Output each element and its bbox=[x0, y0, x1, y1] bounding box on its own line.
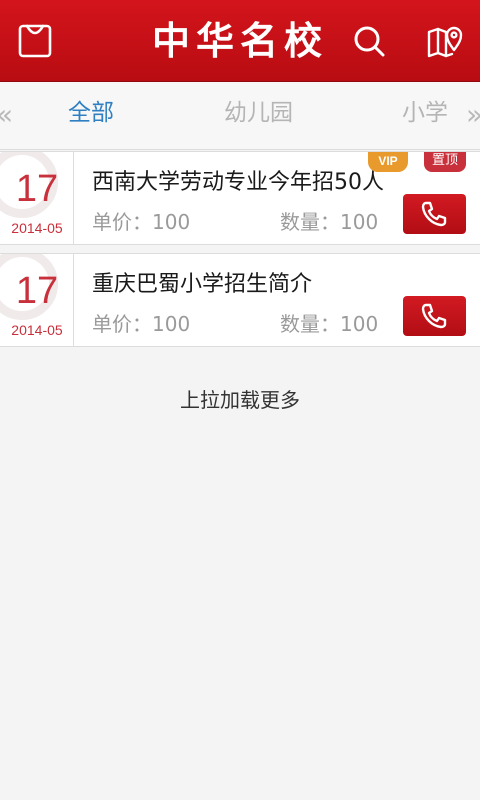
date-year-month: 2014-05 bbox=[11, 220, 63, 236]
map-location-icon[interactable] bbox=[424, 20, 466, 62]
pinned-badge: 置顶 bbox=[424, 152, 466, 172]
category-tabs: « 全部 幼儿园 小学 » bbox=[0, 82, 480, 150]
item-quantity: 数量：100 bbox=[280, 210, 379, 234]
phone-icon bbox=[421, 303, 447, 329]
search-icon[interactable] bbox=[348, 20, 390, 62]
date-box: 17 2014-05 bbox=[0, 254, 74, 346]
list-item[interactable]: 17 2014-05 西南大学劳动专业今年招50人 单价：100 数量：100 … bbox=[0, 151, 480, 245]
date-day: 17 bbox=[15, 270, 59, 312]
call-button[interactable] bbox=[403, 194, 466, 234]
item-quantity: 数量：100 bbox=[280, 312, 379, 336]
item-price: 单价：100 bbox=[92, 210, 191, 234]
item-price: 单价：100 bbox=[92, 312, 191, 336]
date-box: 17 2014-05 bbox=[0, 152, 74, 244]
app-header: 中华名校 bbox=[0, 0, 480, 82]
date-day: 17 bbox=[15, 168, 59, 210]
tabs-scroll-left-icon[interactable]: « bbox=[0, 82, 13, 150]
call-button[interactable] bbox=[403, 296, 466, 336]
app-title: 中华名校 bbox=[151, 19, 328, 63]
vip-badge: VIP bbox=[368, 152, 408, 172]
tabs-scroll-right-icon[interactable]: » bbox=[466, 82, 480, 150]
list-item[interactable]: 17 2014-05 重庆巴蜀小学招生简介 单价：100 数量：100 bbox=[0, 253, 480, 347]
tab-primary-school[interactable]: 小学 bbox=[402, 82, 448, 150]
item-title: 重庆巴蜀小学招生简介 bbox=[92, 272, 313, 297]
date-year-month: 2014-05 bbox=[11, 322, 63, 338]
tab-all[interactable]: 全部 bbox=[68, 82, 114, 150]
tab-kindergarten[interactable]: 幼儿园 bbox=[224, 82, 293, 150]
phone-icon bbox=[421, 201, 447, 227]
load-more-hint: 上拉加载更多 bbox=[180, 388, 300, 412]
